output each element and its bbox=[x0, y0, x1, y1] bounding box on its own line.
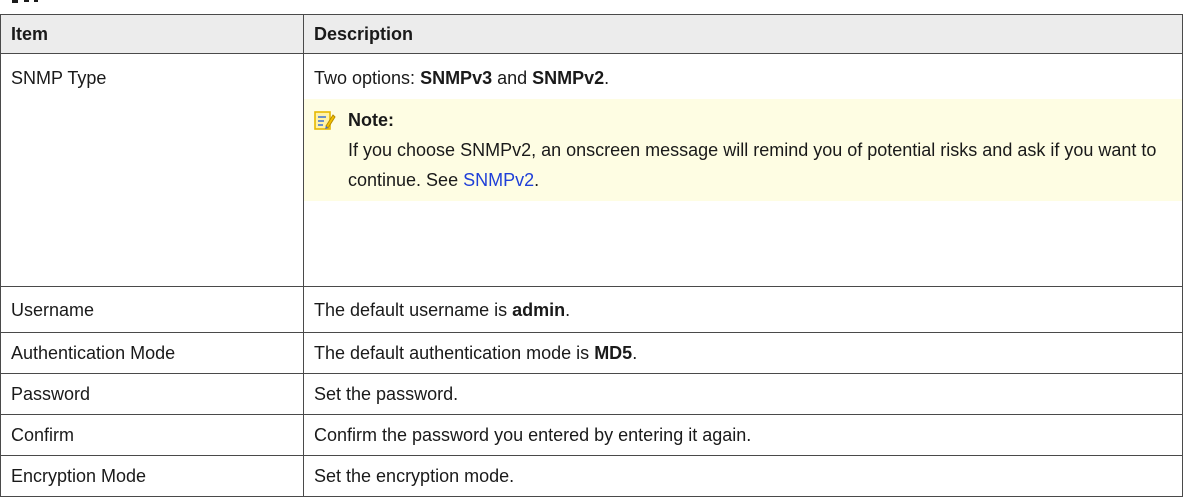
snmpv2-link[interactable]: SNMPv2 bbox=[463, 170, 534, 190]
note-box: Note: If you choose SNMPv2, an onscreen … bbox=[304, 99, 1183, 201]
username-desc-prefix: The default username is bbox=[314, 300, 513, 320]
description-username: The default username is admin. bbox=[303, 286, 1183, 333]
snmp-desc-prefix: Two options: bbox=[314, 68, 421, 88]
auth-desc-prefix: The default authentication mode is bbox=[314, 343, 595, 363]
cropped-previous-text bbox=[0, 0, 1186, 14]
description-confirm: Confirm the password you entered by ente… bbox=[303, 414, 1183, 456]
snmp-options-text: Two options: SNMPv3 and SNMPv2. bbox=[314, 63, 1182, 93]
description-authentication-mode: The default authentication mode is MD5. bbox=[303, 332, 1183, 374]
auth-desc-suffix: . bbox=[632, 343, 638, 363]
item-authentication-mode: Authentication Mode bbox=[0, 332, 304, 374]
description-snmp-type: Two options: SNMPv3 and SNMPv2. Note: If… bbox=[303, 53, 1183, 287]
item-snmp-type: SNMP Type bbox=[0, 53, 304, 287]
snmp-option-v2: SNMPv2 bbox=[532, 68, 605, 88]
username-desc-suffix: . bbox=[565, 300, 571, 320]
item-username: Username bbox=[0, 286, 304, 333]
note-header: Note: bbox=[314, 105, 1173, 135]
table-row-authentication-mode: Authentication Mode The default authenti… bbox=[0, 332, 1183, 374]
note-body: If you choose SNMPv2, an onscreen messag… bbox=[314, 135, 1173, 195]
note-end: . bbox=[534, 170, 540, 190]
table-row-password: Password Set the password. bbox=[0, 373, 1183, 415]
snmp-option-v3: SNMPv3 bbox=[420, 68, 493, 88]
username-default-value: admin bbox=[512, 300, 566, 320]
description-password: Set the password. bbox=[303, 373, 1183, 415]
parameter-table: Item Description SNMP Type Two options: … bbox=[0, 14, 1183, 497]
note-title: Note: bbox=[348, 110, 394, 130]
header-description: Description bbox=[303, 14, 1183, 54]
table-row-snmp-type: SNMP Type Two options: SNMPv3 and SNMPv2… bbox=[0, 53, 1183, 287]
item-confirm: Confirm bbox=[0, 414, 304, 456]
cropped-text-fragment bbox=[12, 0, 38, 3]
item-password: Password bbox=[0, 373, 304, 415]
table-row-username: Username The default username is admin. bbox=[0, 286, 1183, 333]
header-item: Item bbox=[0, 14, 304, 54]
table-header-row: Item Description bbox=[0, 14, 1183, 54]
table-row-confirm: Confirm Confirm the password you entered… bbox=[0, 414, 1183, 456]
note-pencil-icon bbox=[314, 109, 336, 131]
auth-default-value: MD5 bbox=[594, 343, 633, 363]
snmp-desc-mid: and bbox=[492, 68, 533, 88]
snmp-desc-suffix: . bbox=[604, 68, 610, 88]
